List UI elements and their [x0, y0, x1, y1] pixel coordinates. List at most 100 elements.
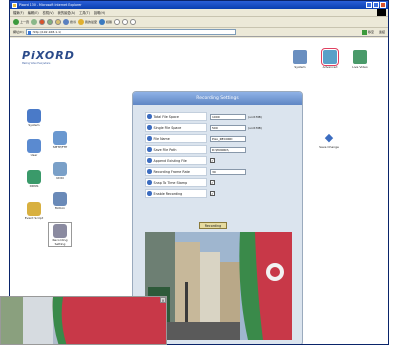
media-button[interactable]: 媒體 [99, 19, 112, 26]
video-popup-window: × [0, 296, 167, 345]
menu-tools[interactable]: 工具(T) [79, 10, 90, 15]
setting-row: Append Existing File ✓ [145, 156, 292, 165]
save-change-button[interactable]: ◆ Save Change [314, 131, 344, 150]
setting-value: (unit:MB) [210, 124, 262, 131]
menu-favorites[interactable]: 我的最愛(A) [58, 10, 75, 15]
recording-button[interactable]: Recording [199, 222, 227, 229]
setting-checkbox[interactable]: ✓ [210, 158, 215, 163]
menu-bar: 檔案(F) 編輯(E) 檢視(V) 我的最愛(A) 工具(T) 說明(H) [10, 9, 388, 17]
forward-button[interactable] [31, 19, 38, 26]
address-input[interactable]: http://192.168.1.1/ [25, 29, 236, 35]
go-button[interactable]: 移至 [359, 29, 377, 35]
print-button[interactable] [130, 19, 137, 26]
setting-row: Snap To Time Stamp ✓ [145, 178, 292, 187]
setting-input[interactable] [210, 135, 246, 142]
address-label: 網址(D) [13, 30, 24, 34]
setting-label: Total File Space [153, 114, 179, 119]
setting-label-cell: Enable Recording [145, 189, 207, 198]
menu-file[interactable]: 檔案(F) [13, 10, 24, 15]
setting-row: Save File Path [145, 145, 292, 154]
stop-icon [39, 19, 46, 25]
setting-label-cell: Save File Path [145, 145, 207, 154]
setting-input[interactable] [210, 146, 246, 153]
menu-help[interactable]: 說明(H) [94, 10, 105, 15]
setting-value [210, 135, 246, 142]
nav-advanced[interactable]: Advanced [319, 48, 341, 69]
unit-label: (unit:MB) [248, 125, 262, 130]
media-icon [99, 19, 106, 25]
diamond-icon: ◆ [322, 131, 336, 145]
setting-label-cell: Snap To Time Stamp [145, 178, 207, 187]
sidebar-item-udio[interactable]: UDIO [48, 162, 72, 181]
minimize-button[interactable] [366, 2, 372, 8]
system-icon [293, 50, 307, 64]
back-arrow-icon [13, 19, 19, 25]
windows-logo-icon [377, 9, 386, 16]
sidebar-item-smtp-ftp[interactable]: SMTP/FTP [48, 131, 72, 150]
system-icon [27, 109, 41, 123]
search-button[interactable]: 搜尋 [63, 19, 76, 26]
sidebar-item-event-script[interactable]: Event Script [22, 202, 46, 221]
setting-input[interactable] [210, 113, 246, 120]
street-scene-image [145, 232, 292, 340]
settings-list: Total File Space(unit:MB)Single File Spa… [145, 112, 292, 200]
setting-checkbox[interactable]: ✓ [210, 191, 215, 196]
close-icon[interactable]: × [160, 297, 166, 303]
close-button[interactable] [380, 2, 386, 8]
setting-value: ✓ [210, 191, 215, 196]
ddns-icon [27, 170, 41, 184]
go-arrow-icon [361, 29, 367, 35]
favorites-button[interactable]: 我的最愛 [78, 19, 97, 26]
nav-system[interactable]: System [289, 50, 311, 69]
home-button[interactable] [55, 19, 62, 26]
setting-row: Enable Recording ✓ [145, 189, 292, 198]
mail-icon [122, 19, 129, 25]
smtp-ftp-icon [53, 131, 67, 145]
sidebar-item-user[interactable]: User [22, 139, 46, 158]
setting-label-cell: Append Existing File [145, 156, 207, 165]
setting-label: Single File Space [153, 125, 182, 130]
menu-view[interactable]: 檢視(V) [43, 10, 54, 15]
sidebar-item-motion[interactable]: Motion [48, 192, 72, 211]
setting-row: Single File Space (unit:MB) [145, 123, 292, 132]
refresh-button[interactable] [47, 19, 54, 26]
star-icon [78, 19, 85, 25]
menu-edit[interactable]: 編輯(E) [28, 10, 39, 15]
setting-input[interactable] [210, 168, 246, 175]
sidebar-item-ddns[interactable]: DDNS [22, 170, 46, 189]
setting-checkbox[interactable]: ✓ [210, 180, 215, 185]
browser-window: Pixord 130 - Microsoft Internet Explorer… [9, 0, 389, 345]
sidebar-item-system[interactable]: System [22, 109, 46, 128]
nav-live-video[interactable]: Live Video [349, 50, 371, 69]
stop-button[interactable] [39, 19, 46, 26]
setting-value: ✓ [210, 180, 215, 185]
toolbar: 上一頁 搜尋 我的最愛 媒體 [10, 17, 388, 28]
setting-value: (unit:MB) [210, 113, 262, 120]
setting-value: ✓ [210, 158, 215, 163]
live-video-icon [353, 50, 367, 64]
links-button[interactable]: 連結 [379, 30, 385, 34]
maximize-button[interactable] [373, 2, 379, 8]
camera-preview-image [145, 232, 292, 340]
mail-button[interactable] [122, 19, 129, 26]
bullet-icon [147, 147, 152, 152]
setting-row: Total File Space (unit:MB) [145, 112, 292, 121]
setting-value [210, 146, 246, 153]
bullet-icon [147, 169, 152, 174]
sidebar-item-recording-setting[interactable]: Recording Setting [48, 222, 72, 247]
address-bar: 網址(D) http://192.168.1.1/ 移至 連結 [10, 28, 388, 37]
history-button[interactable] [114, 19, 121, 26]
refresh-icon [47, 19, 54, 25]
bullet-icon [147, 158, 152, 163]
setting-label-cell: File Name [145, 134, 207, 143]
setting-label-cell: Single File Space [145, 123, 207, 132]
setting-input[interactable] [210, 124, 246, 131]
window-title: Pixord 130 - Microsoft Internet Explorer [19, 3, 82, 7]
panel-title: Recording Settings [133, 92, 302, 105]
bullet-icon [147, 125, 152, 130]
bullet-icon [147, 114, 152, 119]
back-button[interactable]: 上一頁 [13, 19, 29, 26]
history-icon [114, 19, 121, 25]
user-icon [27, 139, 41, 153]
setting-label-cell: Total File Space [145, 112, 207, 121]
